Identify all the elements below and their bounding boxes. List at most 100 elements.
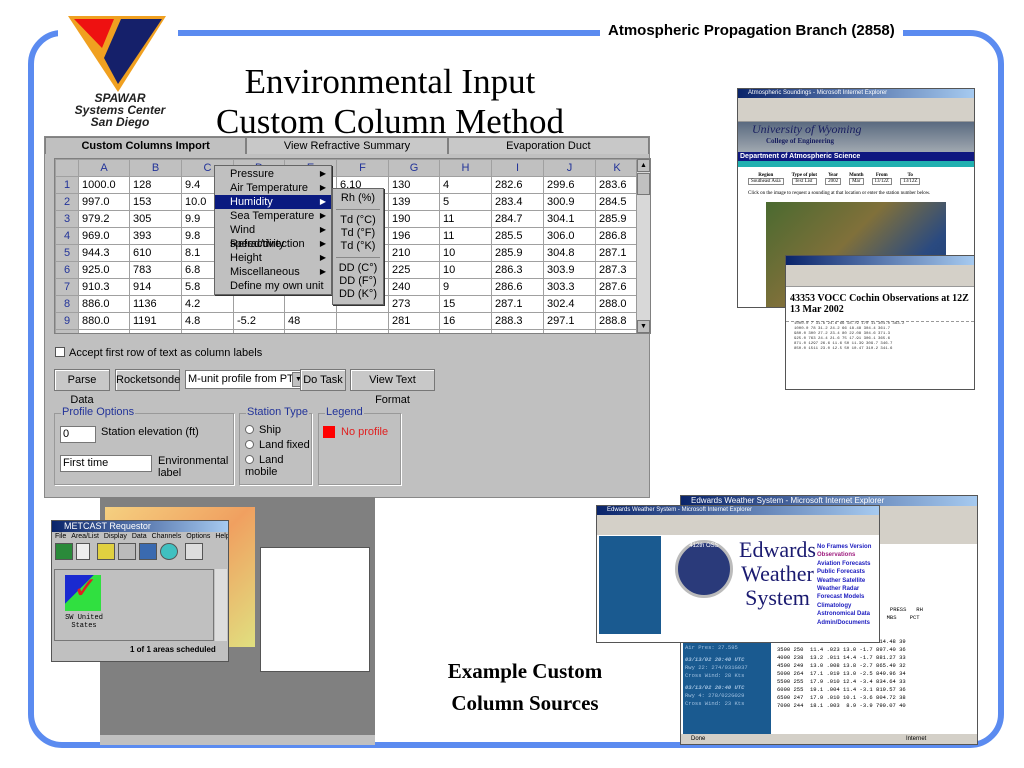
table-cell[interactable] (284, 295, 337, 313)
column-header[interactable]: G (388, 159, 440, 177)
environmental-label-input[interactable]: First time (60, 455, 152, 472)
table-cell[interactable]: 297.1 (543, 312, 596, 330)
table-cell[interactable]: 299.6 (543, 176, 596, 194)
radio-land-fixed[interactable]: Land fixed (245, 439, 310, 451)
table-cell[interactable] (336, 312, 389, 330)
table-cell[interactable]: 286.6 (491, 278, 544, 296)
station-elevation-input[interactable]: 0 (60, 426, 96, 443)
table-cell[interactable]: 304.8 (543, 244, 596, 262)
table-cell[interactable]: 287.1 (595, 244, 639, 262)
column-header[interactable]: K (595, 159, 639, 177)
document-icon[interactable] (76, 543, 90, 560)
column-header[interactable]: A (78, 159, 130, 177)
accept-labels-checkbox[interactable] (55, 347, 65, 357)
menu-item-td-f[interactable]: Td (°F) (333, 227, 383, 240)
table-cell[interactable]: 288.3 (491, 312, 544, 330)
globe-icon[interactable] (139, 543, 157, 560)
vertical-scrollbar[interactable]: ▲ ▼ (636, 159, 650, 333)
row-header[interactable]: 4 (55, 227, 79, 245)
table-cell[interactable]: 153 (129, 193, 182, 211)
table-cell[interactable]: 783 (129, 261, 182, 279)
scroll-thumb[interactable] (637, 173, 650, 195)
table-cell[interactable]: 48 (284, 312, 337, 330)
menu-item-height[interactable]: Height ▶ (215, 251, 331, 265)
table-cell[interactable]: 303.9 (543, 261, 596, 279)
table-cell[interactable]: 11 (439, 210, 492, 228)
table-cell[interactable]: 16 (439, 312, 492, 330)
parse-data-button[interactable]: Parse Data (54, 369, 110, 406)
nav-link[interactable]: Weather Satellite (817, 577, 871, 585)
table-cell[interactable]: 286.8 (595, 227, 639, 245)
menu-item[interactable]: Channels (152, 533, 182, 540)
row-header[interactable]: 3 (55, 210, 79, 228)
table-cell[interactable]: 284.5 (595, 193, 639, 211)
table-cell[interactable]: 190 (388, 210, 440, 228)
row-header[interactable]: 1 (55, 176, 79, 194)
nav-link[interactable]: Aviation Forecasts (817, 560, 871, 568)
menu-item-td-k[interactable]: Td (°K) (333, 240, 383, 253)
clock-icon[interactable] (160, 543, 178, 560)
table-cell[interactable]: 281 (388, 312, 440, 330)
menu-item[interactable]: Options (186, 533, 210, 540)
form-select[interactable]: 13/12Z (871, 178, 892, 185)
tab-custom-columns-import[interactable]: Custom Columns Import (45, 137, 247, 154)
table-cell[interactable]: 1136 (129, 295, 182, 313)
table-cell[interactable]: 287.3 (595, 261, 639, 279)
menu-item[interactable]: Data (132, 533, 147, 540)
table-cell[interactable]: 1219 (129, 329, 182, 333)
table-cell[interactable]: -5.2 (233, 312, 285, 330)
nav-link[interactable]: Admin/Documents (817, 619, 871, 627)
table-cell[interactable]: 290.5 (491, 329, 544, 333)
menu-item-dd-k[interactable]: DD (K°) (333, 288, 383, 301)
table-cell[interactable]: 5 (439, 193, 492, 211)
form-select[interactable]: Text List (791, 178, 818, 185)
scroll-up-button[interactable]: ▲ (637, 159, 650, 172)
table-cell[interactable]: 979.2 (78, 210, 130, 228)
menu-item[interactable]: Help (215, 533, 228, 540)
table-cell[interactable]: 33 (284, 329, 337, 333)
radio-land-mobile[interactable]: Land mobile (245, 454, 311, 478)
table-cell[interactable]: 196 (388, 227, 440, 245)
table-cell[interactable]: 6.7 (181, 329, 234, 333)
nav-link[interactable]: Observations (817, 551, 871, 559)
table-cell[interactable] (233, 295, 285, 313)
row-header[interactable]: 10 (55, 329, 79, 333)
table-cell[interactable]: 886.0 (78, 295, 130, 313)
table-cell[interactable]: 286.3 (491, 261, 544, 279)
table-cell[interactable]: 210 (388, 244, 440, 262)
table-cell[interactable]: 283.6 (595, 176, 639, 194)
menu-item-rh[interactable]: Rh (%) (333, 192, 383, 205)
list-icon[interactable] (97, 543, 115, 560)
trash-icon[interactable] (185, 543, 203, 560)
table-cell[interactable]: 285.9 (595, 210, 639, 228)
nav-link[interactable]: Public Forecasts (817, 568, 871, 576)
table-cell[interactable]: 997.0 (78, 193, 130, 211)
column-header[interactable]: B (129, 159, 182, 177)
form-select[interactable]: 13/12Z (899, 178, 921, 185)
table-cell[interactable]: 130 (388, 176, 440, 194)
tab-evaporation-duct[interactable]: Evaporation Duct (447, 137, 649, 154)
accept-labels-checkbox-row[interactable]: Accept first row of text as column label… (55, 347, 262, 359)
table-cell[interactable]: 139 (388, 193, 440, 211)
task-select[interactable]: M-unit profile from PTH ▼ (185, 370, 307, 389)
row-header[interactable]: 5 (55, 244, 79, 262)
do-task-button[interactable]: Do Task (300, 369, 346, 391)
table-cell[interactable]: 10 (439, 244, 492, 262)
table-cell[interactable]: 4.8 (181, 312, 234, 330)
table-cell[interactable]: 297.6 (543, 329, 596, 333)
nav-link[interactable]: No Frames Version (817, 543, 871, 551)
menu-item[interactable]: Display (104, 533, 127, 540)
table-cell[interactable]: 287.1 (491, 295, 544, 313)
row-header[interactable]: 2 (55, 193, 79, 211)
table-cell[interactable]: -8.5 (233, 329, 285, 333)
row-header[interactable]: 6 (55, 261, 79, 279)
computers-icon[interactable] (118, 543, 136, 560)
menu-item-sea-temperature[interactable]: Sea Temperature ▶ (215, 209, 331, 223)
table-cell[interactable]: 304.1 (543, 210, 596, 228)
table-cell[interactable]: 290.9 (595, 329, 639, 333)
menu-item-miscellaneous[interactable]: Miscellaneous ▶ (215, 265, 331, 279)
nav-link[interactable]: Climatology (817, 602, 871, 610)
table-cell[interactable]: 306.0 (543, 227, 596, 245)
table-cell[interactable]: 285 (388, 329, 440, 333)
column-header[interactable]: I (491, 159, 544, 177)
